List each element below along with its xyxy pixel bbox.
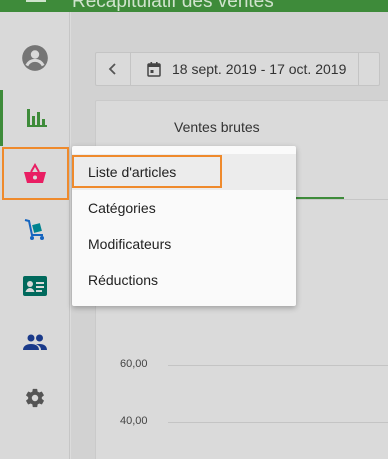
chevron-left-icon <box>108 63 116 75</box>
sidebar-item-inventory[interactable] <box>0 202 70 258</box>
date-range-toolbar: 18 sept. 2019 - 17 oct. 2019 <box>95 52 381 86</box>
sidebar-item-items[interactable] <box>0 146 70 202</box>
gridline <box>168 422 388 423</box>
sidebar-item-reports[interactable] <box>0 90 70 146</box>
hamburger-menu-icon[interactable] <box>26 0 46 8</box>
sidebar-item-settings[interactable] <box>0 370 70 426</box>
previous-period-button[interactable] <box>96 53 131 85</box>
calendar-icon <box>147 61 161 77</box>
menu-item-modifiers[interactable]: Modificateurs <box>72 226 296 262</box>
menu-item-item-list[interactable]: Liste d'articles <box>72 154 296 190</box>
menu-item-discounts[interactable]: Réductions <box>72 262 296 298</box>
sidebar-item-account[interactable] <box>0 30 70 86</box>
sidebar-item-customers[interactable] <box>0 258 70 314</box>
sidebar <box>0 12 70 459</box>
badge-card-icon <box>23 276 47 296</box>
menu-item-categories[interactable]: Catégories <box>72 190 296 226</box>
y-tick-label: 60,00 <box>120 358 148 370</box>
items-submenu: Liste d'articles Catégories Modificateur… <box>72 146 296 306</box>
bar-chart-icon <box>26 109 47 127</box>
gear-icon <box>26 388 44 408</box>
tab-gross-sales[interactable]: Ventes brutes <box>174 119 260 135</box>
people-icon <box>23 334 47 350</box>
page-title: Récapitulatif des ventes <box>72 0 274 12</box>
inventory-cart-icon <box>24 219 44 240</box>
gridline <box>168 365 388 366</box>
account-circle-icon <box>22 45 48 71</box>
date-range-picker[interactable]: 18 sept. 2019 - 17 oct. 2019 <box>131 53 360 85</box>
y-tick-label: 40,00 <box>120 415 148 427</box>
basket-icon <box>24 163 46 183</box>
date-range-text: 18 sept. 2019 - 17 oct. 2019 <box>172 61 347 77</box>
sidebar-item-employees[interactable] <box>0 314 70 370</box>
next-period-button[interactable] <box>359 53 379 85</box>
top-app-bar: Récapitulatif des ventes <box>0 0 388 12</box>
